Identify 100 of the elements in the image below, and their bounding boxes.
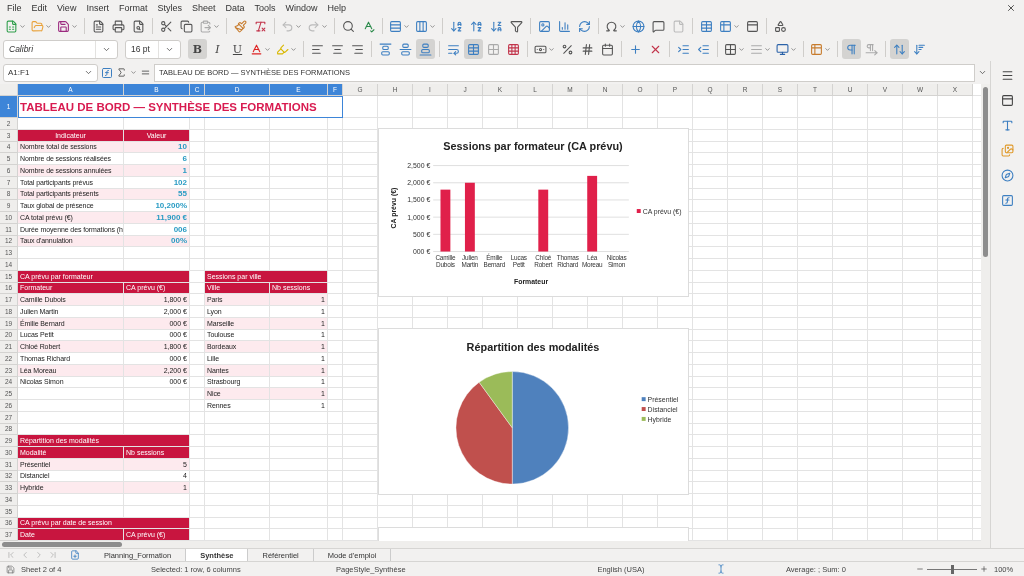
save-icon [57,19,70,33]
indent-icon [677,42,690,56]
images-icon [1001,143,1014,157]
sort-ascending-icon [470,19,483,33]
equal-icon[interactable] [140,67,151,78]
menu-item[interactable]: Insert [81,0,114,15]
caret-icon [733,22,740,30]
merge-cells-button[interactable] [464,39,483,59]
caret-icon [790,45,797,53]
window-icon [746,19,759,33]
file-plus-icon [70,550,80,560]
bar [440,189,451,252]
font-name: Calibri [9,44,35,54]
preview-icon [132,19,145,33]
chart-title: Sessions par formateur (CA prévu) [443,139,623,152]
panel-icon [1001,93,1014,107]
menu-item[interactable]: Tools [249,0,281,15]
bar [538,189,549,252]
plus-icon [629,42,642,56]
scrollbar-thumb[interactable] [983,87,988,257]
menu-item[interactable]: Data [220,0,250,15]
caret-icon [45,22,52,30]
borders-icon [724,42,737,56]
menu-item[interactable]: Edit [26,0,53,15]
zoom-in-icon[interactable] [980,565,988,573]
rows-icon [389,19,402,33]
scrollbar-thumb[interactable] [2,542,122,547]
calendar-icon [601,42,614,56]
menu-item[interactable]: View [52,0,82,15]
scissors-icon [160,19,173,33]
legend-swatch [641,416,646,421]
pivot-icon [578,19,591,33]
menu-item[interactable]: Sheet [186,0,221,15]
menu-item[interactable]: Help [322,0,352,15]
cursor-icon [716,564,726,574]
caret-icon [548,45,555,53]
shapes-icon [774,19,787,33]
lines-icon [750,42,763,56]
percent-icon [561,42,574,56]
comment-icon [652,19,665,33]
zoom-out-icon[interactable] [916,565,924,573]
table-cell: 1 [124,165,190,177]
sigma-icon[interactable] [116,67,127,78]
chart-title: Répartition des modalités [466,340,600,353]
search-icon [342,19,355,33]
caret-icon [295,22,302,30]
caret-icon [764,45,771,53]
caret-icon [84,68,93,77]
format-button[interactable]: U [228,39,247,59]
sort-icon [913,42,926,56]
pilcrow-icon [845,42,858,56]
pilcrow-button[interactable] [842,39,861,59]
grid-icon [487,42,500,56]
table-icon [719,19,732,33]
menu-item[interactable]: Styles [152,0,187,15]
spellcheck-icon [362,19,375,33]
redo-icon [307,19,320,33]
align-right-icon [351,42,364,56]
arrows-button[interactable] [890,39,909,59]
omega-icon [605,19,618,33]
align-left-icon [311,42,324,56]
format-button[interactable]: I [208,39,227,59]
sheet-title: TABLEAU DE BORD — SYNTHÈSE DES FORMATIONS [18,96,343,118]
align-bottom-button[interactable] [416,39,435,59]
folder-icon [31,19,44,33]
menu-item[interactable]: File [2,0,27,15]
caret-icon [264,45,271,53]
add-sheet-button[interactable] [68,549,82,561]
paintbrush-icon [234,19,247,33]
name-box[interactable]: A1:F1 [3,63,98,82]
caret-icon [321,22,328,30]
menu-item[interactable]: Window [280,0,323,15]
caret-icon [290,45,297,53]
caret-icon [429,22,436,30]
caret-icon [71,22,78,30]
menu-item[interactable]: Format [113,0,153,15]
font-name-field[interactable]: Calibri [3,39,118,59]
table-cell: 11,900 € [124,212,190,224]
chevron-icon [6,550,16,560]
globe-icon [632,19,645,33]
merge-cells-icon [467,42,480,56]
monitor-icon [776,42,789,56]
function-icon [1001,193,1014,207]
expand-icon[interactable] [978,68,987,77]
compass-icon [1001,168,1014,182]
zoom-thumb[interactable] [951,564,954,574]
type-icon [1001,118,1014,132]
columns-icon [415,19,428,33]
horizontal-scrollbar[interactable] [0,541,990,548]
highlighter-icon [276,42,289,56]
close-icon[interactable] [1006,2,1016,13]
undo-icon [281,19,294,33]
function-icon[interactable] [101,66,113,79]
format-button[interactable]: B [188,39,207,59]
sort-descending-icon [490,19,503,33]
print-icon [112,19,125,33]
vertical-scrollbar[interactable] [981,84,990,541]
caret-icon [824,45,831,53]
font-size-field[interactable]: 16 pt [125,39,181,59]
arrows-icon [893,42,906,56]
